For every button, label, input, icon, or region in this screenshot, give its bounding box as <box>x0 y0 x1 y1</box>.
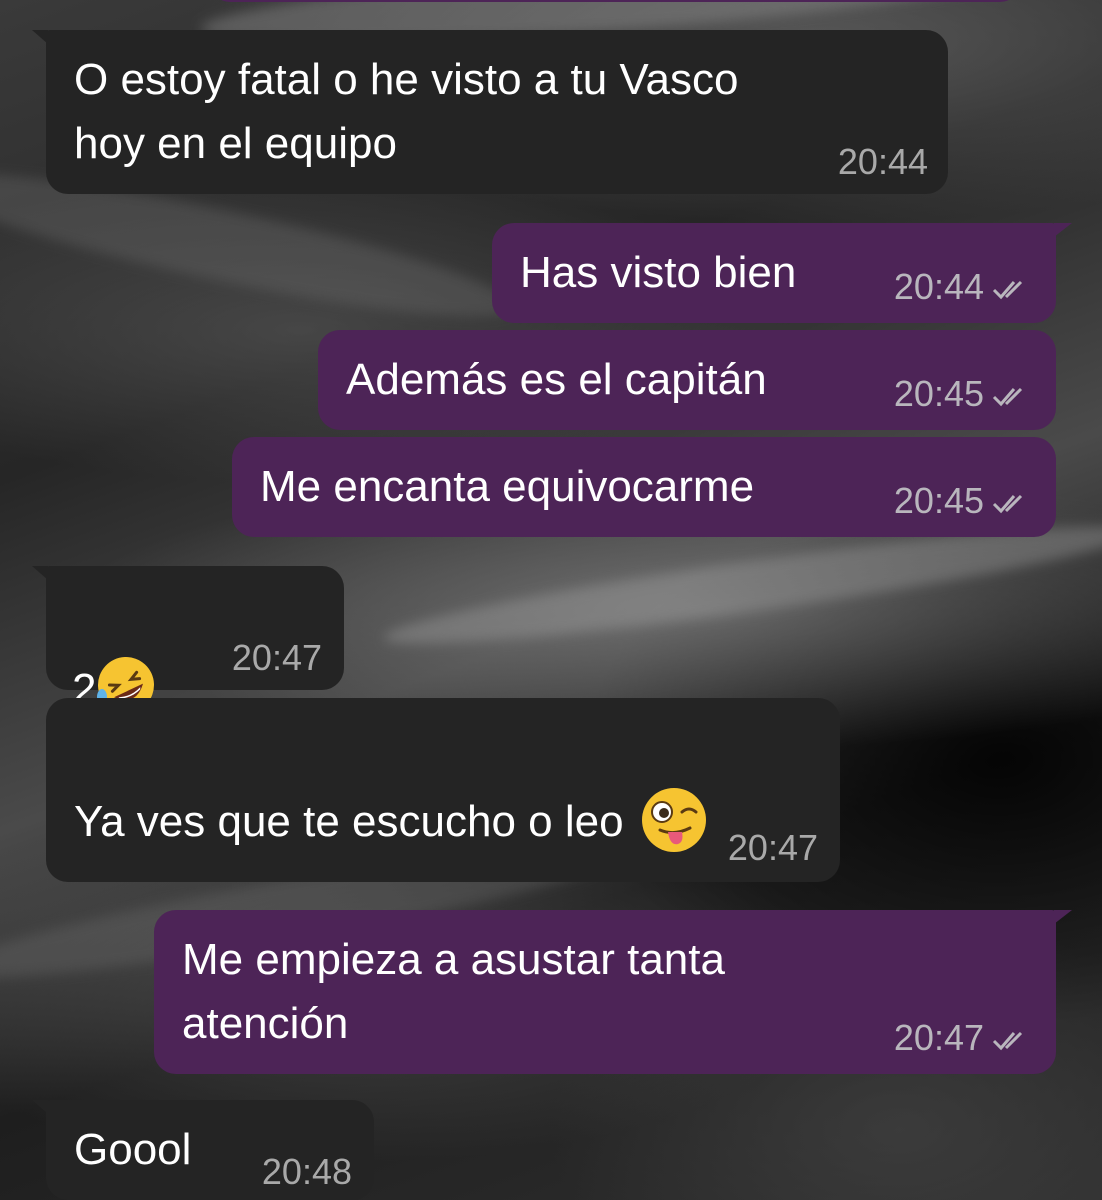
message-text: O estoy fatal o he visto a tu Vasco hoy … <box>74 55 739 168</box>
double-check-icon <box>992 495 1023 514</box>
message-text: Además es el capitán <box>346 355 767 404</box>
message-incoming[interactable]: O estoy fatal o he visto a tu Vasco hoy … <box>32 30 948 194</box>
message-time: 20:47 <box>727 827 818 868</box>
message-text: Me empieza a asustar tanta atención <box>182 935 725 1048</box>
message-meta: 20:45 <box>894 481 1032 521</box>
message-meta: 20:44 <box>894 267 1032 307</box>
message-time: 20:45 <box>893 373 984 414</box>
message-text: Me encanta equivocarme <box>260 462 755 511</box>
double-check-icon <box>992 281 1023 300</box>
message-text: Goool <box>74 1125 192 1174</box>
message-outgoing[interactable]: Además es el capitán 20:45 <box>318 330 1056 430</box>
message-meta: 20:45 <box>894 374 1032 414</box>
message-time: 20:44 <box>893 266 984 307</box>
message-text: Ya ves que te escucho o leo <box>74 797 624 846</box>
double-check-icon <box>992 388 1023 407</box>
message-content: Ya ves que te escucho o leo <box>74 726 710 856</box>
message-time: 20:47 <box>231 637 322 678</box>
message-incoming[interactable]: 2 20:47 <box>32 566 344 716</box>
message-text: Has visto bien <box>520 248 797 297</box>
message-time: 20:45 <box>893 480 984 521</box>
winking-face-with-tongue-icon <box>641 788 706 853</box>
message-time: 20:48 <box>261 1151 352 1192</box>
message-outgoing[interactable]: Me encanta equivocarme 20:45 <box>232 437 1056 537</box>
previous-outgoing-bubble-edge <box>210 0 1020 2</box>
message-meta: 20:47 <box>894 1018 1032 1058</box>
message-incoming[interactable]: Goool 20:48 <box>32 1100 374 1200</box>
message-time: 20:44 <box>837 141 928 182</box>
message-time: 20:47 <box>893 1017 984 1058</box>
double-check-icon <box>992 1032 1023 1051</box>
message-incoming[interactable]: Ya ves que te escucho o leo 20:47 <box>46 698 840 882</box>
message-outgoing[interactable]: Me empieza a asustar tanta atención 20:4… <box>154 910 1072 1074</box>
message-outgoing[interactable]: Has visto bien 20:44 <box>492 223 1072 323</box>
